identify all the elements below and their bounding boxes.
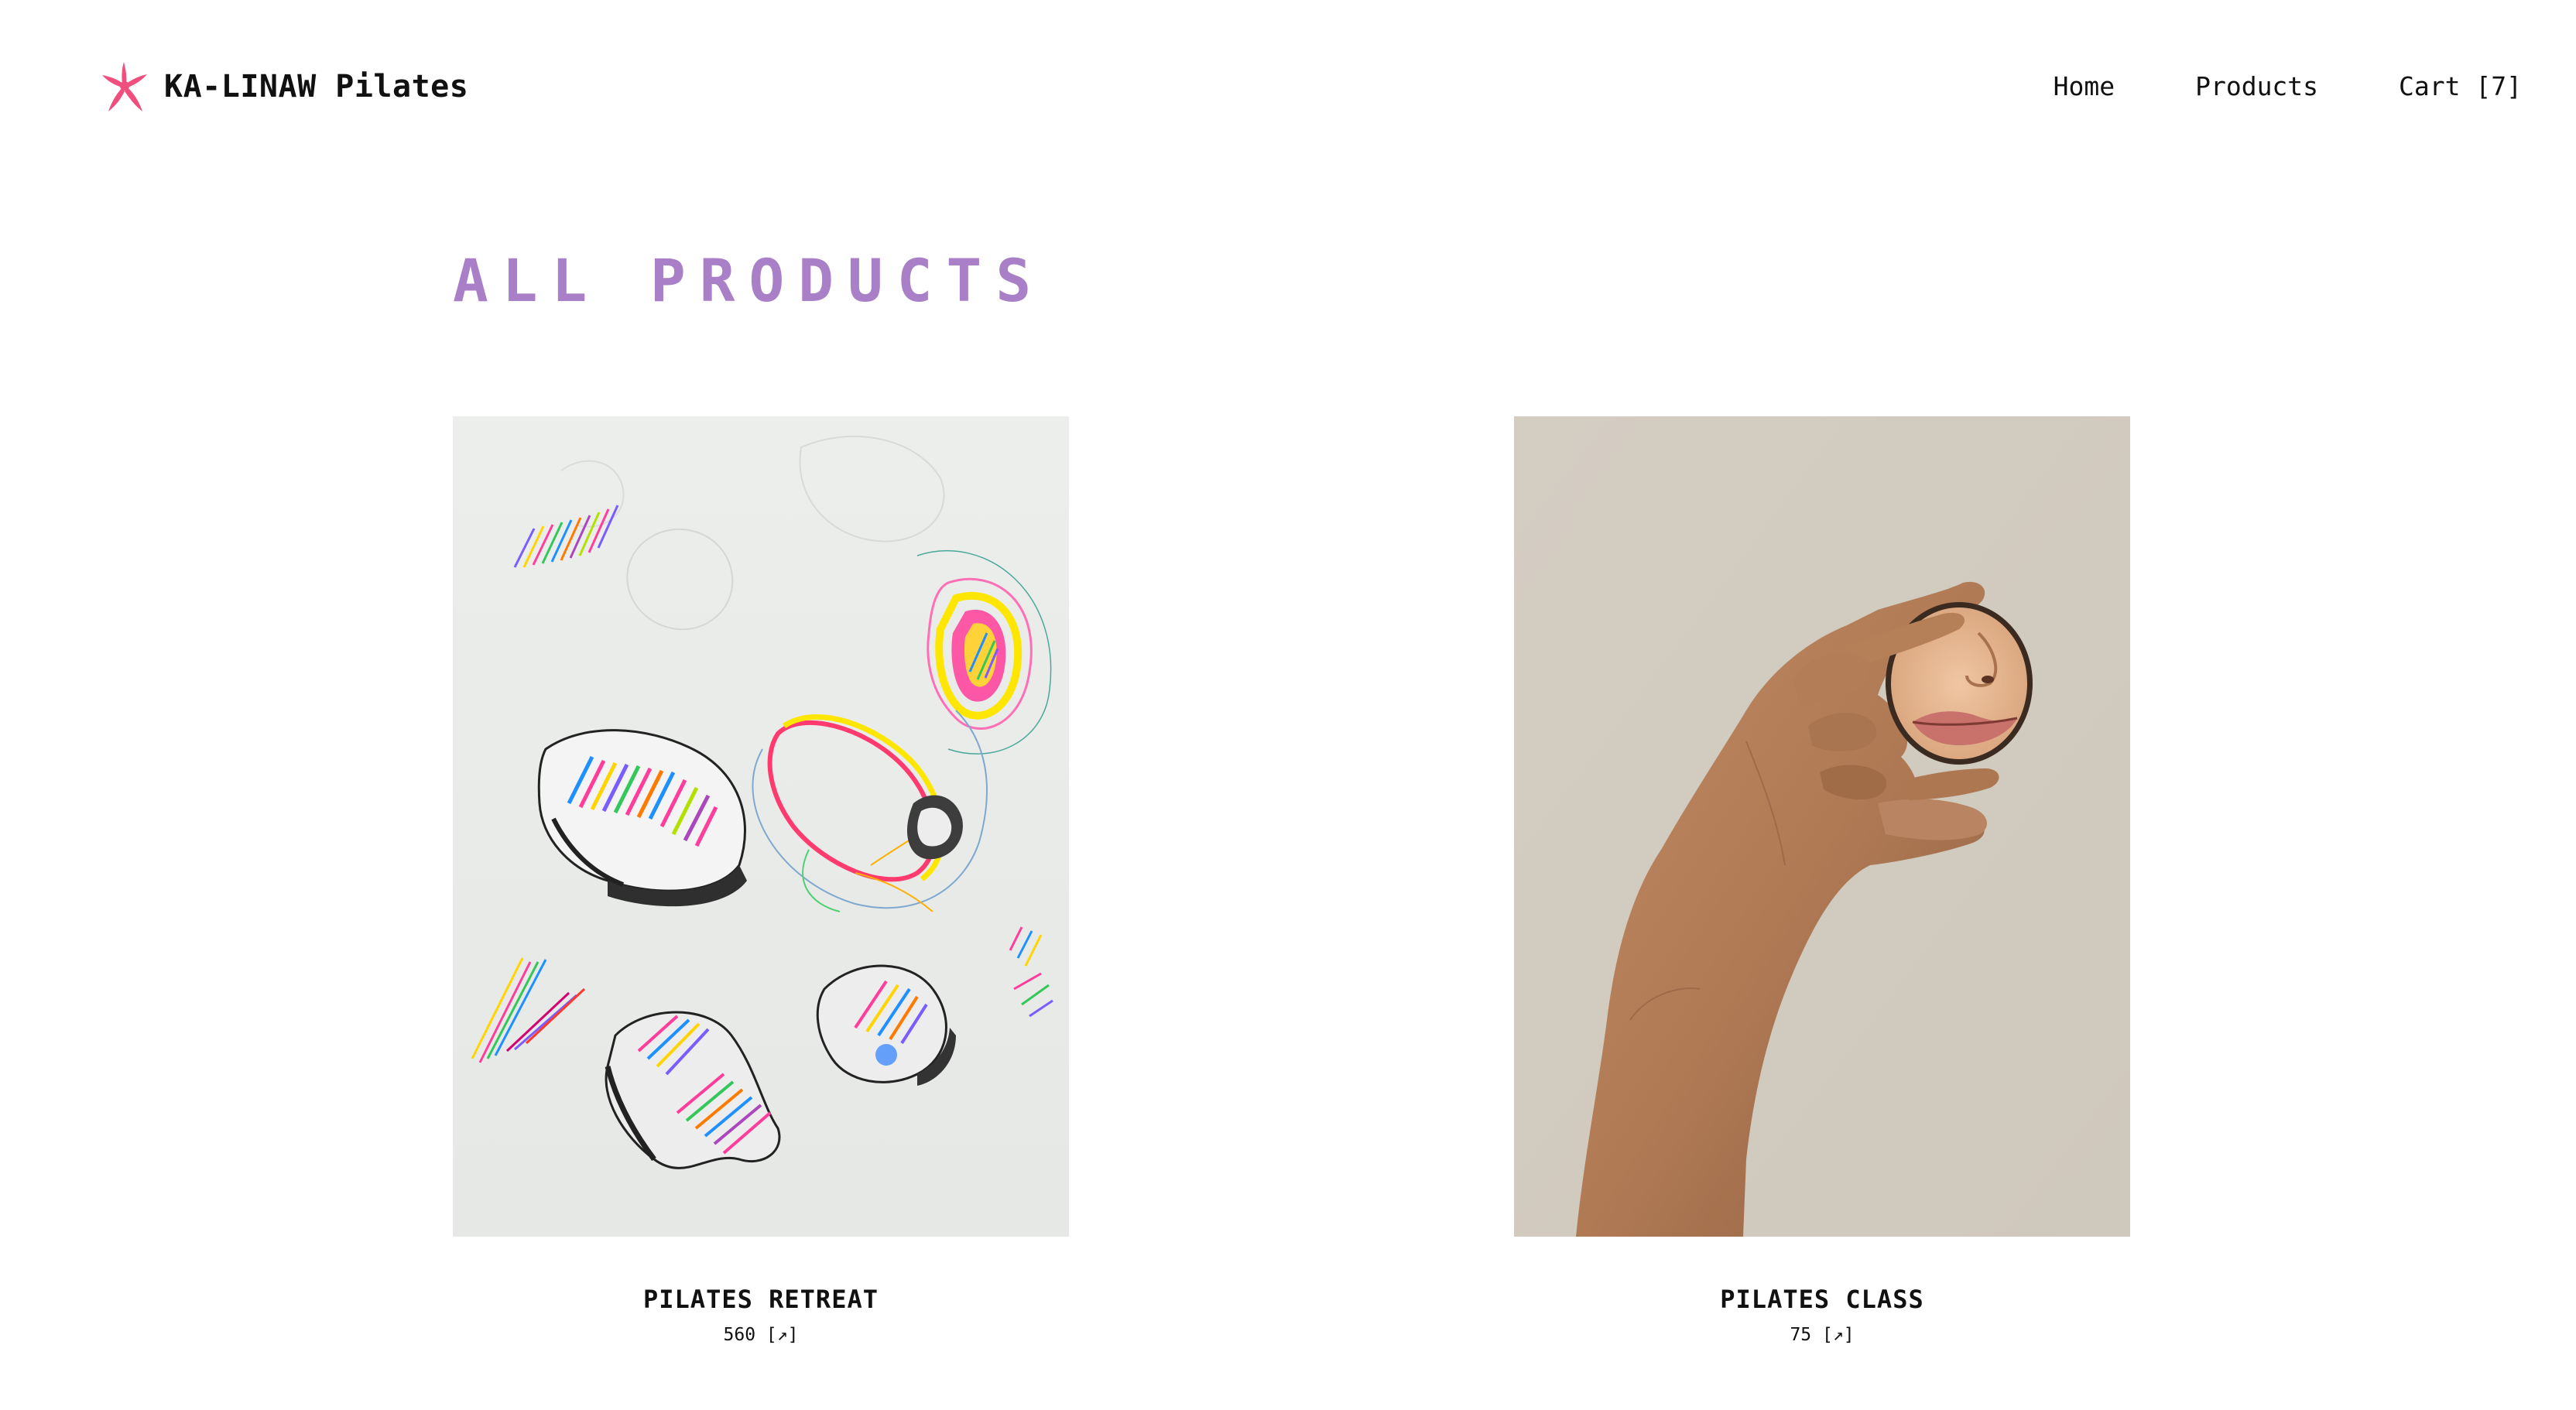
product-card-pilates-retreat[interactable]: PILATES RETREAT 560 [↗] <box>453 416 1069 1345</box>
page-title: ALL PRODUCTS <box>453 246 1046 315</box>
product-price: 75 [↗] <box>1790 1325 1855 1345</box>
pink-star-logo-icon <box>102 62 147 111</box>
page: KA-LINAW Pilates Home Products Cart [7] … <box>0 0 2576 1410</box>
product-card-pilates-class[interactable]: PILATES CLASS 75 [↗] <box>1514 416 2130 1345</box>
abstract-stones-drawing-image <box>453 416 1069 1237</box>
main-nav: Home Products Cart [7] <box>2054 71 2522 101</box>
product-image-class[interactable] <box>1514 416 2130 1237</box>
product-name: PILATES CLASS <box>1720 1285 1924 1314</box>
nav-products-link[interactable]: Products <box>2195 71 2318 101</box>
brand-name: KA-LINAW Pilates <box>164 69 469 104</box>
nav-cart-link[interactable]: Cart [7] <box>2399 71 2522 101</box>
product-price: 560 [↗] <box>723 1325 799 1345</box>
nav-home-link[interactable]: Home <box>2054 71 2115 101</box>
product-name: PILATES RETREAT <box>643 1285 879 1314</box>
product-image-retreat[interactable] <box>453 416 1069 1237</box>
hand-holding-mirror-image <box>1514 416 2130 1237</box>
brand-home-link[interactable]: KA-LINAW Pilates <box>101 60 468 113</box>
